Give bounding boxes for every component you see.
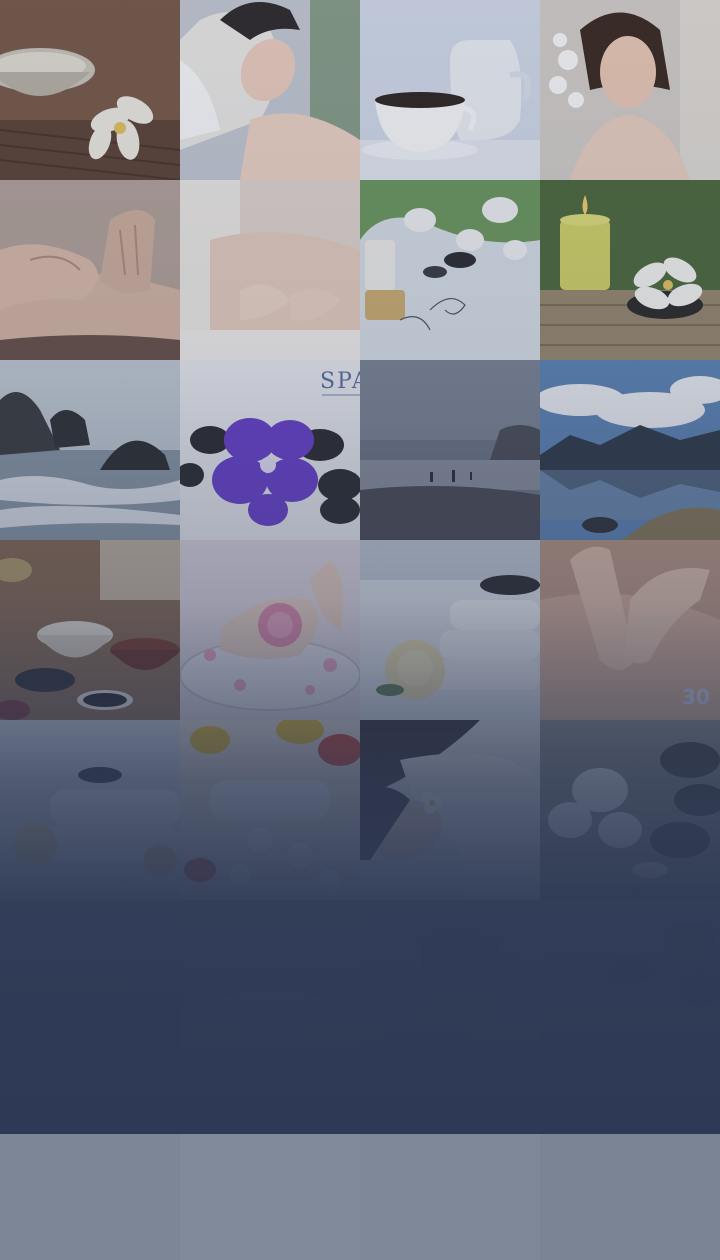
orchid-stones-image — [360, 180, 540, 360]
gallery-tile-white-orchid[interactable] — [540, 720, 720, 900]
promo-number-text: 30 — [682, 685, 710, 709]
gallery-tile-woman-flower[interactable] — [360, 720, 540, 900]
gallery-tile-faded-stones[interactable] — [540, 900, 720, 1080]
gallery-tile-purple-orchid[interactable]: SPA — [180, 360, 360, 540]
faded-tile-image — [180, 1080, 360, 1260]
mountain-lake-image — [540, 360, 720, 540]
rocky-sea-image — [0, 360, 180, 540]
gallery-tile-row7-2 — [180, 1080, 360, 1260]
woman-spa-image — [540, 0, 720, 180]
gallery-tile-hand-massage[interactable] — [0, 180, 180, 360]
gallery-tile-candle-frangipani[interactable] — [540, 180, 720, 360]
gallery-tile-back-massage[interactable] — [180, 180, 360, 360]
faded-stones-image — [540, 900, 720, 1080]
gallery-tile-flowers-candles[interactable] — [180, 720, 360, 900]
gallery-tile-towels-rose[interactable] — [360, 540, 540, 720]
gallery-tile-tea-bowl[interactable] — [0, 0, 180, 180]
faded-tile-image — [0, 1080, 180, 1260]
herbs-bowls-image — [0, 540, 180, 720]
towels-dim-image — [0, 720, 180, 900]
gallery-tile-beach-dusk[interactable] — [360, 360, 540, 540]
gallery-tile-woman-spa[interactable] — [540, 0, 720, 180]
faded-tile-image — [540, 1080, 720, 1260]
woman-flower-image — [360, 720, 540, 900]
gallery-tile-rose-water[interactable] — [180, 540, 360, 720]
tea-bowl-image — [0, 0, 180, 180]
faded-bowl-image — [180, 900, 360, 1080]
gallery-tile-herbs-bowls[interactable] — [0, 540, 180, 720]
gallery-tile-rocky-sea[interactable] — [0, 360, 180, 540]
gallery-tile-orchid-stones[interactable] — [360, 180, 540, 360]
spa-photo-gallery: SPA — [0, 0, 720, 1260]
purple-orchid-image: SPA — [180, 360, 360, 540]
white-orchid-image — [540, 720, 720, 900]
gallery-tile-tea-cup[interactable] — [360, 0, 540, 180]
gallery-tile-row7-3 — [360, 1080, 540, 1260]
beach-dusk-image — [360, 360, 540, 540]
tea-cup-image — [360, 0, 540, 180]
faded-teapot-image — [360, 900, 540, 1080]
towels-rose-image — [360, 540, 540, 720]
candle-frangipani-image — [540, 180, 720, 360]
flowers-candles-image — [180, 720, 360, 900]
gallery-tile-back-massage-hands[interactable]: 30 — [540, 540, 720, 720]
gallery-tile-row7-1 — [0, 1080, 180, 1260]
back-massage-hands-image: 30 — [540, 540, 720, 720]
faded-tile-image — [360, 1080, 540, 1260]
spa-logo-text: SPA — [320, 369, 360, 394]
gallery-tile-mountain-lake[interactable] — [540, 360, 720, 540]
woman-massage-image — [180, 0, 360, 180]
gallery-tile-towels-dim[interactable] — [0, 720, 180, 900]
gallery-tile-row7-4 — [540, 1080, 720, 1260]
back-massage-image — [180, 180, 360, 360]
gallery-tile-woman-massage[interactable] — [180, 0, 360, 180]
gallery-tile-faded-teapot[interactable] — [360, 900, 540, 1080]
rose-water-image — [180, 540, 360, 720]
faded-landscape-image — [0, 900, 180, 1080]
gallery-tile-faded-landscape[interactable] — [0, 900, 180, 1080]
hand-massage-image — [0, 180, 180, 360]
gallery-tile-faded-bowl[interactable] — [180, 900, 360, 1080]
